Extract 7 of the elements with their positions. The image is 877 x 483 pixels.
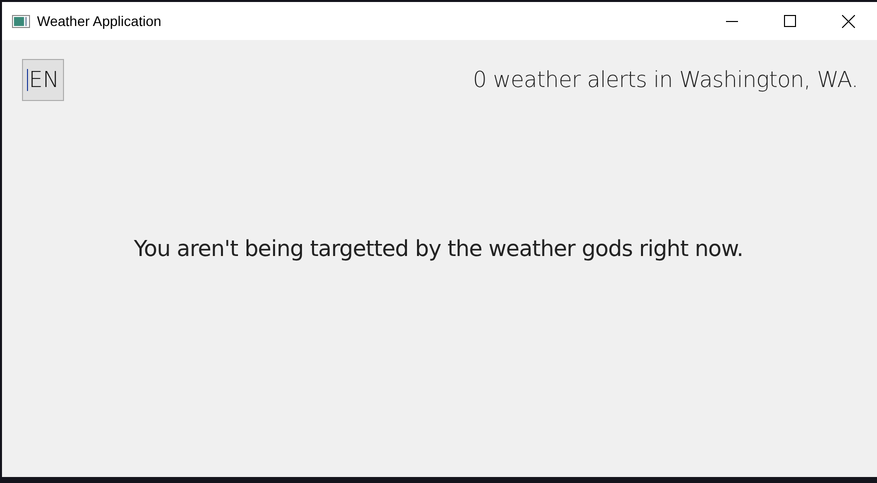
language-field[interactable]: EN [22, 59, 64, 101]
maximize-icon [784, 15, 796, 27]
status-message: You aren't being targetted by the weather gods right now. [134, 237, 744, 264]
close-icon [842, 14, 854, 28]
app-icon [12, 14, 30, 28]
window-title: Weather Application [37, 13, 162, 29]
alert-summary: 0 weather alerts in Washington, WA. [472, 68, 858, 92]
